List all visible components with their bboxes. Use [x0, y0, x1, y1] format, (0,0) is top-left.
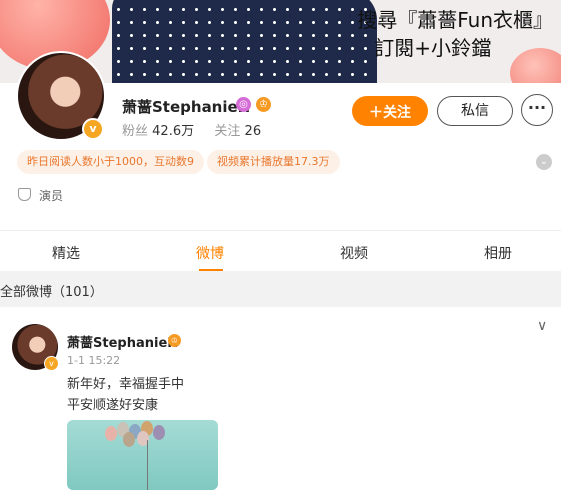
verified-badge-icon: v	[44, 356, 59, 371]
tab-featured[interactable]: 精选	[52, 243, 80, 263]
following-count[interactable]: 26	[245, 124, 262, 139]
post-author-name[interactable]: 萧蔷StephanieH	[67, 332, 178, 351]
post-text-line: 新年好，幸福握手中	[67, 377, 185, 392]
section-header: 全部微博（101）	[0, 271, 561, 307]
vip-member-icon[interactable]: ◎	[236, 97, 251, 112]
fans-label: 粉丝	[122, 124, 149, 139]
fans-count[interactable]: 42.6万	[152, 124, 194, 139]
tab-weibo[interactable]: 微博	[196, 243, 224, 263]
follow-button[interactable]: ＋关注	[352, 96, 428, 126]
video-plays-chip[interactable]: 视频累计播放量17.3万	[207, 150, 340, 174]
banner-text-line2: 訂閱+小鈴鐺	[374, 36, 491, 60]
shield-icon	[18, 188, 31, 201]
tab-videos[interactable]: 视频	[340, 243, 368, 263]
profile-stats: 粉丝 42.6万 关注 26	[122, 120, 261, 139]
profile-tabs: 精选 微博 视频 相册	[0, 231, 561, 271]
chevron-down-icon[interactable]: ⌄	[536, 154, 552, 170]
post-timestamp[interactable]: 1-1 15:22	[67, 354, 120, 367]
more-options-button[interactable]: ···	[521, 94, 553, 126]
profile-name: 萧蔷StephanieH	[122, 98, 251, 116]
message-button[interactable]: 私信	[437, 96, 513, 126]
gold-badge-icon[interactable]: ♔	[168, 334, 181, 347]
banner-text-line1: 搜尋『蕭薔Fun衣櫃』	[357, 8, 553, 32]
heart-balloon-decoration-small	[510, 48, 561, 83]
tab-albums[interactable]: 相册	[484, 243, 512, 263]
cover-photo-shirt	[112, 0, 377, 83]
profile-tag: 演员	[18, 187, 63, 204]
post-text-line: 平安顺遂好安康	[67, 398, 159, 413]
profile-tag-label: 演员	[39, 189, 64, 203]
all-posts-count[interactable]: 全部微博（101）	[0, 281, 103, 300]
verified-badge-icon: v	[82, 118, 104, 140]
chevron-down-icon[interactable]: ∨	[537, 318, 547, 334]
following-label: 关注	[214, 124, 241, 139]
reading-stats-chip[interactable]: 昨日阅读人数小于1000，互动数9	[17, 150, 204, 174]
gold-badge-icon[interactable]: ♔	[256, 97, 271, 112]
